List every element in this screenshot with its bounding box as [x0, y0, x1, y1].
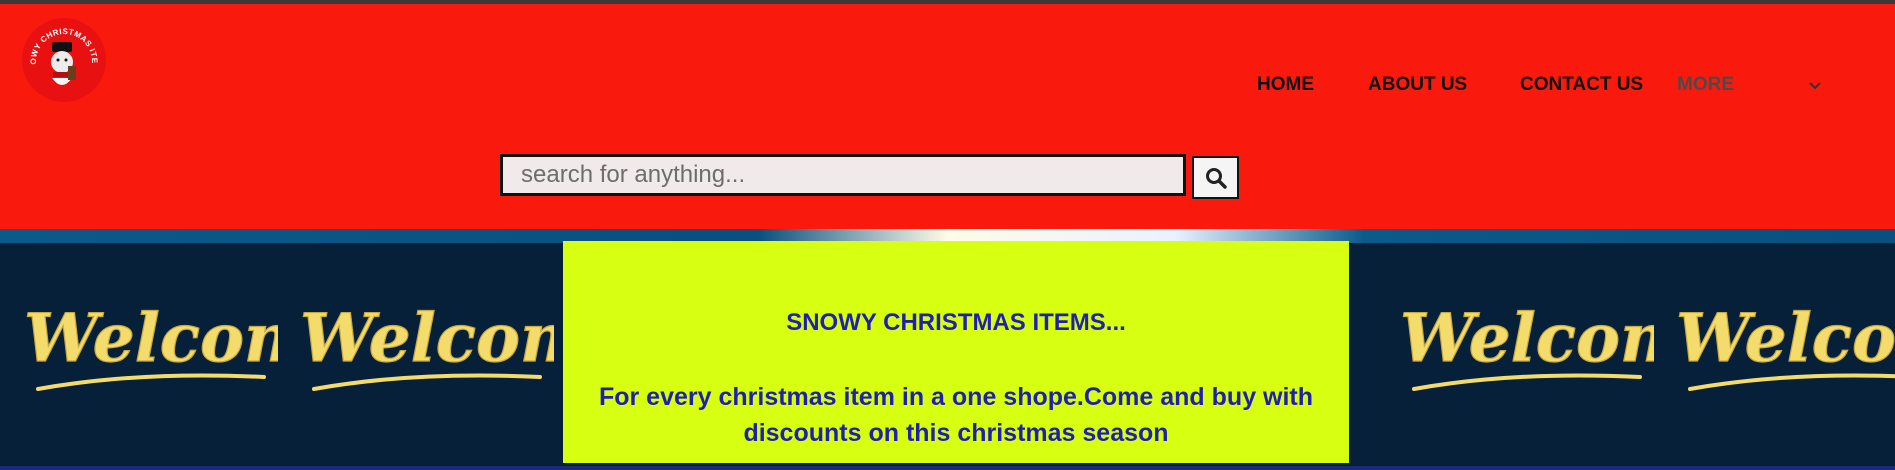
search-input[interactable] [500, 154, 1186, 196]
site-header: SNOWY CHRISTMAS ITEMS HOME ABOUT US CONT… [0, 4, 1895, 229]
nav-contact-us[interactable]: CONTACT US [1520, 74, 1643, 96]
bottom-border [0, 466, 1895, 470]
promo-description: For every christmas item in a one shope.… [598, 383, 1314, 447]
search-icon [1205, 167, 1227, 189]
welcome-graphic: Welcome [1675, 298, 1895, 391]
nav-about-us[interactable]: ABOUT US [1368, 74, 1467, 96]
snowy-christmas-logo-icon: SNOWY CHRISTMAS ITEMS [22, 18, 105, 101]
welcome-text: Welcome [1676, 299, 1895, 377]
welcome-text: Welcome [1400, 299, 1654, 377]
welcome-graphic: Welcome [23, 298, 278, 391]
welcome-graphic: Welcome [1399, 298, 1654, 391]
search-button[interactable] [1192, 156, 1239, 199]
nav-home[interactable]: HOME [1257, 74, 1314, 96]
welcome-graphic: Welcome [299, 298, 554, 391]
promo-title: SNOWY CHRISTMAS ITEMS... [786, 309, 1126, 336]
promo-box: SNOWY CHRISTMAS ITEMS... For every chris… [563, 241, 1349, 463]
site-logo[interactable]: SNOWY CHRISTMAS ITEMS [22, 18, 106, 102]
chevron-down-icon[interactable] [1806, 77, 1824, 95]
welcome-text: Welcome [300, 299, 554, 377]
welcome-text: Welcome [24, 299, 278, 377]
nav-more[interactable]: MORE [1677, 74, 1734, 96]
